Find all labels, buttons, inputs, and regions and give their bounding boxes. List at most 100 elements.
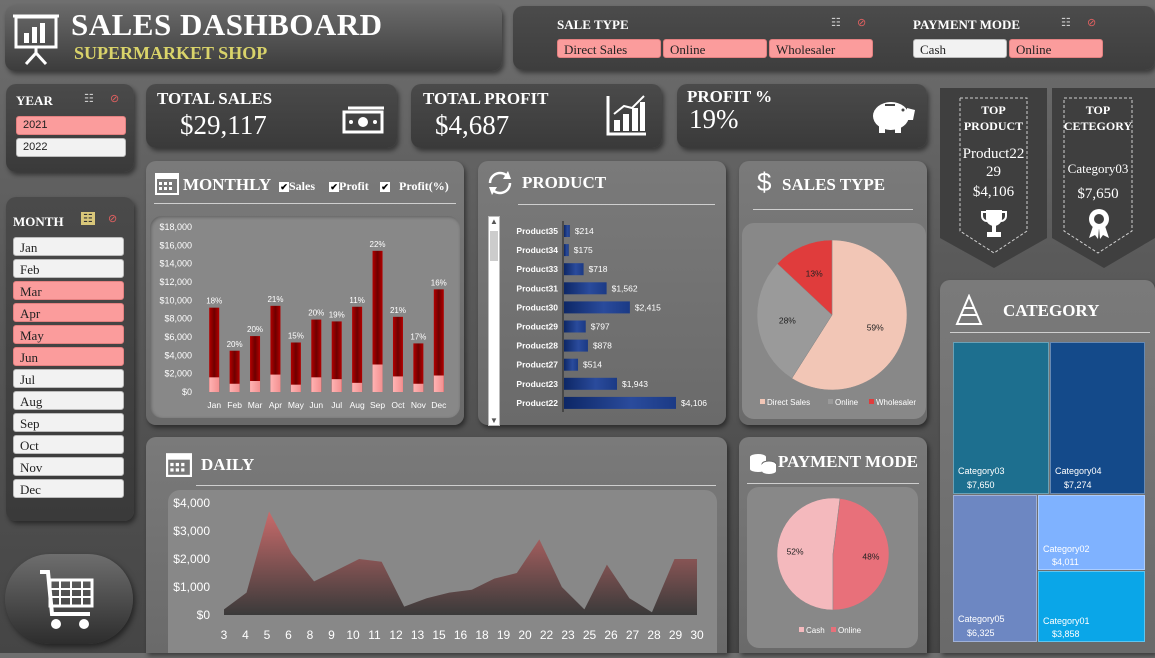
- month-jan[interactable]: Jan: [13, 237, 124, 256]
- year-slicer: YEAR ☷ ⊘ 2021 2022: [6, 84, 134, 172]
- product-bar: [564, 339, 588, 352]
- check-sales[interactable]: ✔Sales: [279, 179, 315, 194]
- month-nov[interactable]: Nov: [13, 457, 124, 476]
- check-profit[interactable]: ✔Profit: [329, 179, 369, 194]
- payment-cash[interactable]: Cash: [913, 39, 1007, 58]
- divider: [196, 485, 716, 486]
- year-2021[interactable]: 2021: [16, 116, 126, 135]
- month-aug[interactable]: Aug: [13, 391, 124, 410]
- x-tick-label: Mar: [248, 400, 263, 410]
- cart-button[interactable]: [5, 554, 133, 644]
- treemap-cell-value: $3,858: [1052, 629, 1080, 639]
- x-tick-label: Jun: [309, 400, 323, 410]
- divider: [518, 204, 715, 205]
- top-category-name: Category03: [1067, 161, 1129, 176]
- x-tick-label: 12: [389, 628, 403, 642]
- clear-filter-icon[interactable]: ⊘: [857, 16, 866, 29]
- data-label: 21%: [267, 295, 283, 304]
- scroll-down-icon[interactable]: ▼: [489, 416, 499, 425]
- treemap-cell-label: Category03: [958, 466, 1005, 476]
- product-bar: [564, 320, 586, 333]
- legend-swatch: [831, 627, 836, 632]
- product-bar: [564, 244, 569, 257]
- x-tick-label: 23: [561, 628, 575, 642]
- clear-filter-icon[interactable]: ⊘: [110, 92, 119, 105]
- legend-label: Online: [838, 626, 862, 635]
- data-label: $878: [593, 341, 612, 351]
- treemap-cell-label: Category01: [1043, 616, 1090, 626]
- kpi-profit-pct: PROFIT % 19%: [677, 84, 927, 148]
- product-scrollbar[interactable]: ▲ ▼: [488, 216, 500, 426]
- multi-select-icon[interactable]: ☷: [81, 212, 95, 225]
- shopping-cart-icon: [38, 568, 98, 637]
- month-apr[interactable]: Apr: [13, 303, 124, 322]
- kpi-value: 19%: [689, 104, 739, 134]
- divider: [747, 483, 919, 484]
- calendar-icon: [166, 451, 192, 482]
- y-tick-label: $2,000: [173, 552, 210, 566]
- check-profit-pct[interactable]: ✔ Profit(%): [380, 179, 449, 194]
- product-chart: Product35 $214 Product34 $175 Product33 $718 P…: [516, 221, 707, 412]
- month-jul[interactable]: Jul: [13, 369, 124, 388]
- header-panel: SALES DASHBOARD SUPERMARKET SHOP: [5, 5, 502, 71]
- x-tick-label: 18: [475, 628, 489, 642]
- y-tick-label: $6,000: [164, 332, 192, 342]
- y-tick-label: $4,000: [164, 350, 192, 360]
- treemap-cell-label: Category05: [958, 614, 1005, 624]
- treemap-cell: Category04 $7,274: [1050, 342, 1145, 494]
- legend-swatch: [799, 627, 804, 632]
- top-category-label: TOP CETEGORY: [1063, 103, 1133, 133]
- kpi-total-sales: TOTAL SALES $29,117: [146, 84, 397, 148]
- year-2022[interactable]: 2022: [16, 138, 126, 157]
- month-oct[interactable]: Oct: [13, 435, 124, 454]
- presentation-chart-icon: [13, 11, 59, 66]
- clear-filter-icon[interactable]: ⊘: [1087, 16, 1096, 29]
- data-label: 52%: [787, 547, 804, 557]
- month-jun[interactable]: Jun: [13, 347, 124, 366]
- scroll-thumb[interactable]: [490, 231, 498, 261]
- monthly-chart: $0 $2,000 $4,000 $6,000 $8,000 $10,000 $12,000…: [159, 222, 447, 410]
- y-tick-label: $12,000: [159, 277, 192, 287]
- top-product-label: TOP PRODUCT: [963, 103, 1024, 133]
- payment-title: PAYMENT MODE: [778, 452, 918, 471]
- x-tick-label: 3: [221, 628, 228, 642]
- x-tick-label: 10: [346, 628, 360, 642]
- kpi-total-profit: TOTAL PROFIT $4,687: [411, 84, 662, 148]
- x-tick-label: 9: [328, 628, 335, 642]
- category-title: CATEGORY: [1003, 301, 1100, 320]
- month-may[interactable]: May: [13, 325, 124, 344]
- sales-bar: [290, 342, 301, 392]
- scroll-up-icon[interactable]: ▲: [489, 217, 499, 226]
- month-sep[interactable]: Sep: [13, 413, 124, 432]
- sale-type-wholesaler[interactable]: Wholesaler: [769, 39, 873, 58]
- treemap-cell-value: $7,650: [967, 480, 995, 490]
- x-tick-label: Oct: [391, 400, 405, 410]
- treemap-cell-value: $6,325: [967, 628, 995, 638]
- payment-panel: PAYMENT MODE 52% 48% Cash Online: [739, 437, 927, 653]
- data-label: 20%: [308, 309, 324, 318]
- treemap-cell-value: $4,011: [1052, 557, 1079, 567]
- refresh-icon: [486, 169, 514, 202]
- x-tick-label: 28: [647, 628, 661, 642]
- sale-type-online[interactable]: Online: [663, 39, 767, 58]
- clear-filter-icon[interactable]: ⊘: [108, 212, 117, 225]
- multi-select-icon[interactable]: ☷: [1061, 16, 1071, 29]
- data-label: $718: [589, 264, 608, 274]
- month-feb[interactable]: Feb: [13, 259, 124, 278]
- data-label: 18%: [206, 297, 222, 306]
- y-tick-label: $14,000: [159, 259, 192, 269]
- treemap-cell-value: $7,274: [1064, 480, 1092, 490]
- sale-type-direct-sales[interactable]: Direct Sales: [557, 39, 661, 58]
- product-bar: [564, 282, 607, 295]
- top-product-sub: 29: [986, 164, 1001, 180]
- top-filter-panel: SALE TYPE ☷ ⊘ Direct Sales Online Wholes…: [513, 6, 1155, 70]
- month-dec[interactable]: Dec: [13, 479, 124, 498]
- legend-label: Cash: [806, 626, 825, 635]
- multi-select-icon[interactable]: ☷: [84, 92, 94, 105]
- x-tick-label: 13: [411, 628, 425, 642]
- daily-area: [224, 511, 697, 615]
- profit-bar: [413, 383, 424, 392]
- multi-select-icon[interactable]: ☷: [831, 16, 841, 29]
- payment-online[interactable]: Online: [1009, 39, 1103, 58]
- month-mar[interactable]: Mar: [13, 281, 124, 300]
